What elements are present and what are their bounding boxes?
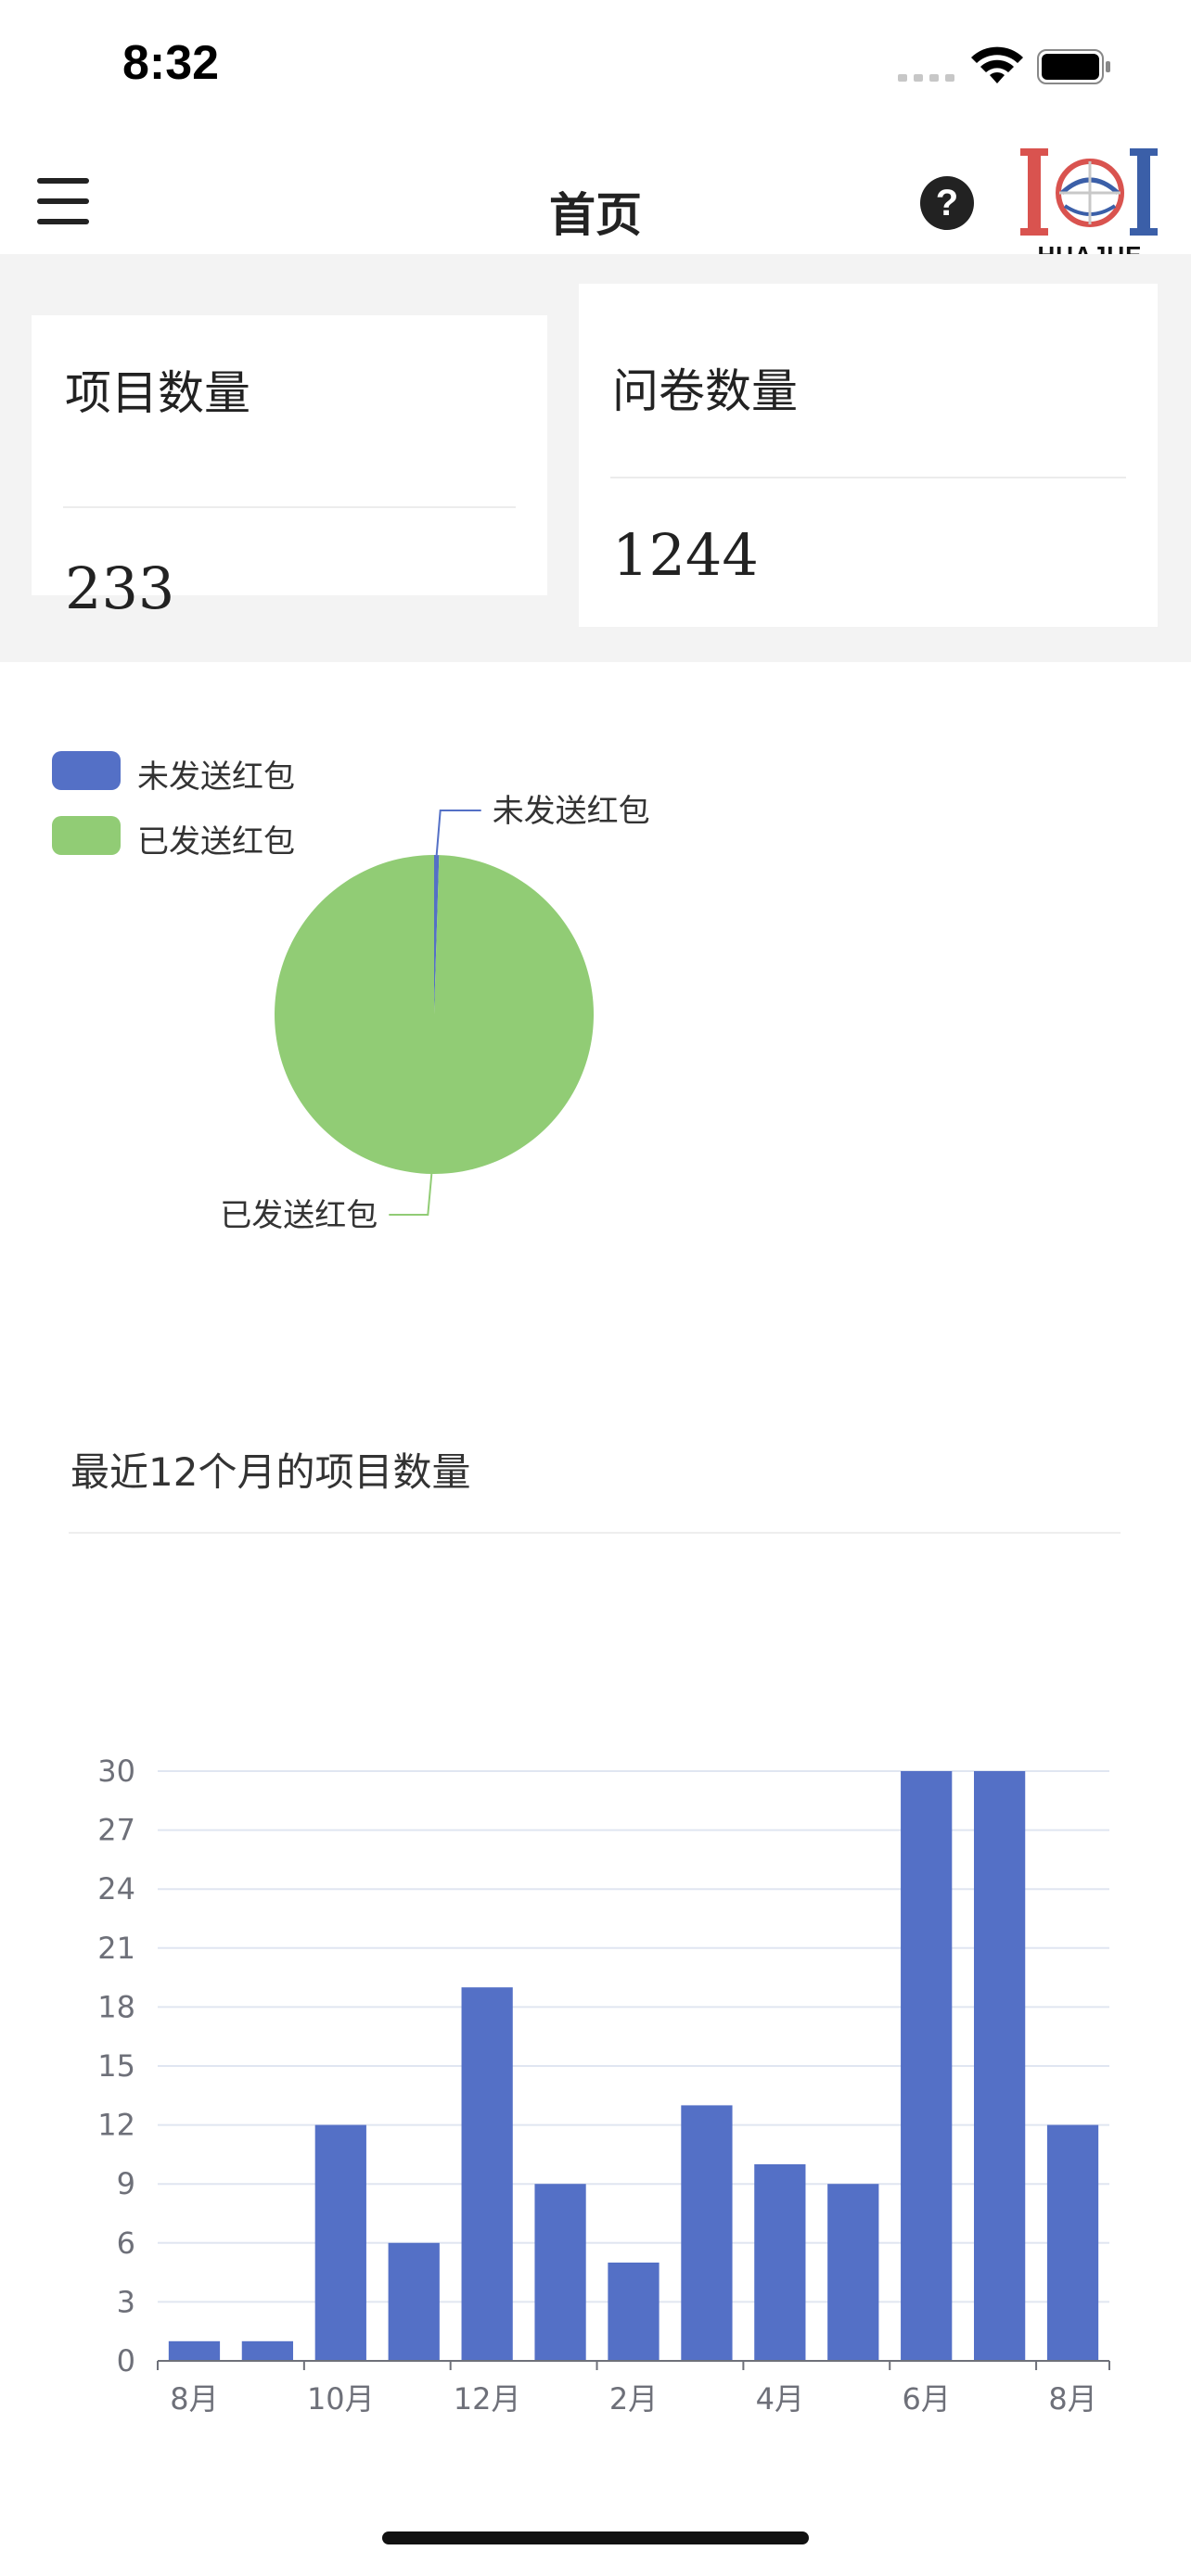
bar[interactable] <box>901 1771 953 2361</box>
wifi-icon <box>971 46 1023 83</box>
y-tick-label: 24 <box>97 1871 135 1906</box>
x-tick-label: 4月 <box>756 2381 804 2417</box>
x-tick-label: 8月 <box>1048 2381 1096 2417</box>
x-tick-label: 8月 <box>170 2381 218 2417</box>
y-tick-label: 15 <box>97 2048 135 2084</box>
pie-chart: 未发送红包已发送红包 <box>220 793 650 1234</box>
page-title: 首页 <box>549 188 642 242</box>
bar[interactable] <box>241 2340 294 2361</box>
bar[interactable] <box>461 1987 513 2361</box>
project-count-value: 233 <box>65 555 175 622</box>
card-divider <box>610 477 1126 478</box>
y-tick-label: 21 <box>97 1931 135 1966</box>
bar[interactable] <box>973 1771 1026 2361</box>
status-time: 8:32 <box>122 36 220 90</box>
status-bar: 8:32 <box>0 0 1191 130</box>
survey-count-label: 问卷数量 <box>612 364 798 418</box>
pie-label: 未发送红包 <box>493 793 650 830</box>
bar-chart-divider <box>69 1532 1121 1534</box>
bar[interactable] <box>168 2340 221 2361</box>
y-tick-label: 6 <box>117 2225 135 2261</box>
project-count-label: 项目数量 <box>65 366 250 420</box>
survey-count-card: 问卷数量 1244 <box>579 284 1158 627</box>
project-count-card: 项目数量 233 <box>32 315 547 622</box>
bar-chart-title: 最近12个月的项目数量 <box>70 1449 471 1495</box>
y-tick-label: 12 <box>97 2108 135 2143</box>
survey-count-value: 1244 <box>612 521 759 589</box>
bar[interactable] <box>314 2124 366 2361</box>
pie-chart-section: 未发送红包 已发送红包 未发送红包已发送红包 <box>0 662 1191 1311</box>
stats-area: 项目数量 233 问卷数量 1244 <box>0 254 1191 662</box>
y-tick-label: 27 <box>97 1813 135 1848</box>
card-divider <box>63 506 516 508</box>
pie-label-line <box>435 810 481 856</box>
y-tick-label: 3 <box>117 2284 135 2319</box>
bar[interactable] <box>534 2184 586 2361</box>
battery-icon <box>1037 49 1110 84</box>
x-tick-label: 10月 <box>307 2381 375 2417</box>
pie-label-line <box>389 1173 433 1216</box>
bar[interactable] <box>827 2184 879 2361</box>
home-indicator[interactable] <box>382 2531 809 2544</box>
signal-icon <box>898 74 954 82</box>
y-tick-label: 30 <box>97 1753 135 1789</box>
bar[interactable] <box>608 2263 660 2361</box>
bar[interactable] <box>1046 2124 1099 2361</box>
bar[interactable] <box>681 2105 733 2361</box>
x-tick-label: 12月 <box>454 2381 521 2417</box>
logo-mark-icon <box>1020 148 1158 236</box>
bar[interactable] <box>754 2164 806 2361</box>
bar[interactable] <box>388 2242 440 2361</box>
y-tick-label: 18 <box>97 1989 135 2024</box>
help-icon[interactable]: ? <box>920 176 974 230</box>
x-tick-label: 6月 <box>903 2381 951 2417</box>
bar-chart: 0 3 6 9 12 15 18 21 24 27 30 8月 10月 12月 2月 4月 6月 8月 <box>97 1753 1110 2417</box>
x-tick-label: 2月 <box>609 2381 658 2417</box>
y-tick-label: 0 <box>117 2343 135 2378</box>
pie-label: 已发送红包 <box>220 1197 378 1234</box>
y-tick-label: 9 <box>117 2166 135 2201</box>
nav-bar: 首页 ? HUAJUE <box>0 130 1191 269</box>
